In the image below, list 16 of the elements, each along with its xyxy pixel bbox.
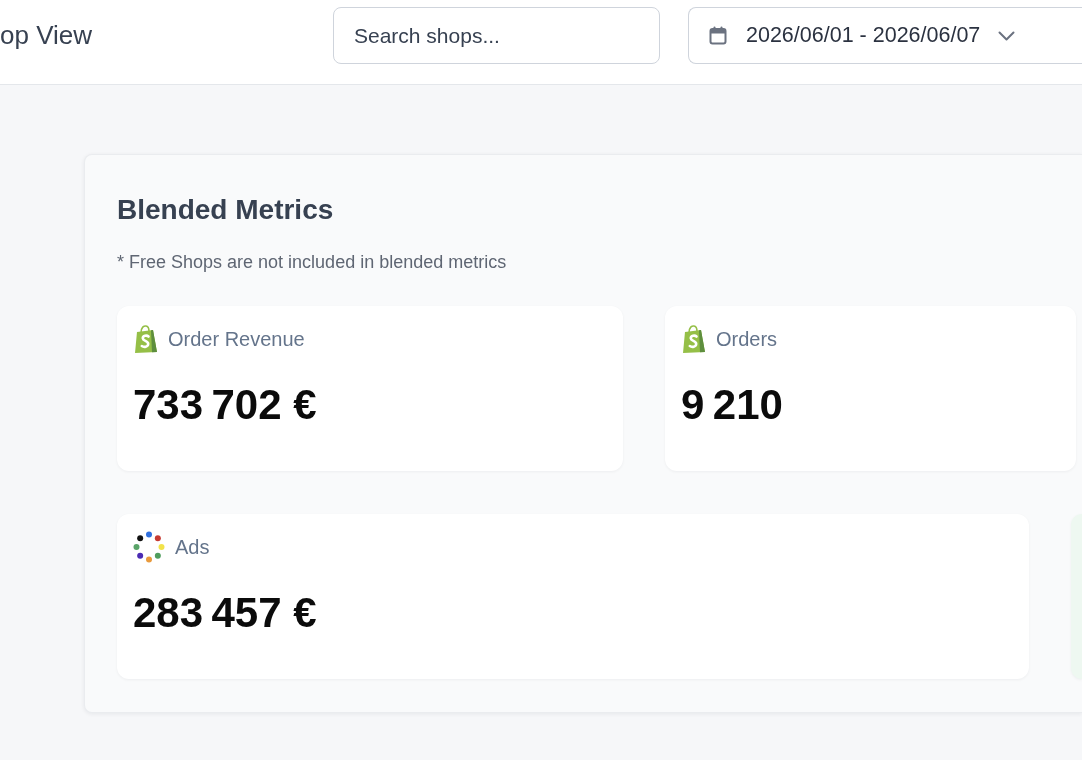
metric-value: 9 210 (681, 380, 783, 430)
calendar-icon (709, 26, 727, 45)
dot-ring-icon (133, 531, 165, 563)
date-range-button[interactable]: 2026/06/01 - 2026/06/07 (688, 7, 1082, 64)
shopping-bag-icon (681, 325, 707, 353)
metric-label: Order Revenue (168, 327, 305, 351)
metric-label: Orders (716, 327, 778, 351)
search-field[interactable]: Search shops... (333, 7, 660, 64)
metric-value: 283 457 € (133, 588, 317, 638)
metric-value: 733 702 € (133, 380, 317, 430)
footnote-text: * Free Shops are not included in blended metrics (117, 251, 507, 274)
chevron-down-icon (998, 30, 1016, 41)
metric-label: Ads (175, 535, 210, 559)
shopping-bag-icon (133, 325, 159, 353)
page-title: op View (0, 20, 93, 50)
panel-title: Blended Metrics (117, 193, 334, 227)
